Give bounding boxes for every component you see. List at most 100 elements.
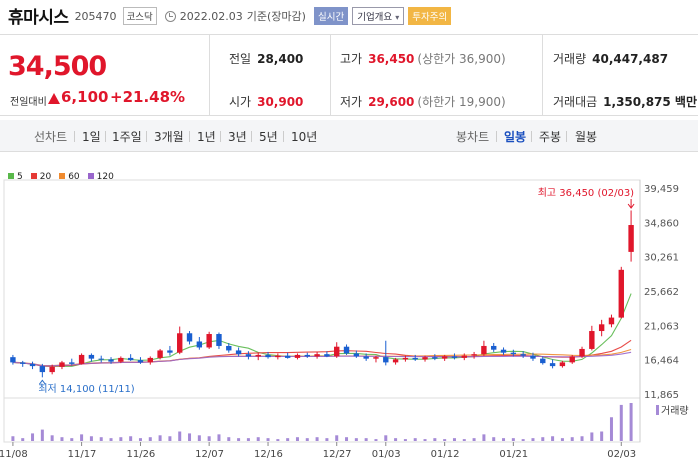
volume-bar [492, 437, 496, 441]
volume-bar [178, 431, 182, 441]
tab-line-chart[interactable]: 선차트 [34, 128, 67, 145]
x-tick-label: 01/21 [499, 449, 528, 460]
current-price-panel: 34,500 전일대비 6,100 +21.48% [0, 35, 210, 115]
candle-body [284, 355, 291, 358]
tab-1week[interactable]: 1주일 [112, 128, 142, 145]
volume-label: 거래량 [661, 405, 689, 417]
tab-5year[interactable]: 5년 [259, 128, 278, 145]
tab-weekly[interactable]: 주봉 [539, 128, 561, 145]
divider [330, 35, 331, 115]
company-overview-button[interactable]: 기업개요 ▾ [352, 7, 405, 25]
volume-bar [256, 437, 260, 441]
candle-body [579, 348, 585, 357]
candle-body [569, 356, 575, 363]
candle-body [265, 354, 271, 358]
volume-bar [462, 439, 466, 441]
stock-header: 휴마시스 205470 코스닥 2022.02.03 기준(장마감) 실시간 기… [0, 0, 698, 30]
realtime-button[interactable]: 실시간 [313, 7, 349, 25]
candle-body [127, 357, 134, 361]
volume-bar [168, 436, 172, 441]
volume-bar [629, 403, 633, 441]
tab-monthly[interactable]: 월봉 [575, 128, 597, 145]
candle-body [343, 346, 350, 354]
volume-bar [443, 439, 447, 441]
candle-body [530, 355, 536, 359]
high-value: 36,450 [368, 52, 415, 66]
volume-bar [325, 438, 329, 441]
x-tick-label: 01/03 [372, 449, 401, 460]
volume-bar [364, 438, 368, 441]
divider [189, 131, 190, 142]
tab-10year[interactable]: 10년 [291, 128, 317, 145]
candle-body [137, 360, 144, 363]
tab-3month[interactable]: 3개월 [154, 128, 184, 145]
y-tick-label: 16,464 [644, 356, 679, 367]
candle-body [500, 349, 507, 353]
volume-bar [315, 437, 319, 441]
x-tick-label: 12/07 [195, 449, 224, 460]
volume-bar [600, 431, 604, 441]
volume-bar [354, 438, 358, 441]
candle-body [294, 354, 301, 358]
chevron-down-icon: ▾ [395, 13, 400, 22]
candle-body [353, 353, 360, 357]
tab-1day[interactable]: 1일 [82, 128, 101, 145]
volume-bar [246, 438, 250, 441]
volume: 거래량 40,447,487 [553, 50, 668, 67]
tab-daily[interactable]: 일봉 [504, 128, 526, 145]
volume-bar [21, 438, 25, 441]
candle-body [88, 354, 95, 359]
low-label: 저가 [340, 95, 363, 109]
candle-body [98, 358, 104, 360]
candle-body [402, 357, 409, 360]
volume-bar [560, 438, 564, 441]
candle-body [334, 346, 340, 357]
volume-bar [482, 434, 486, 441]
divider [146, 131, 147, 142]
candlestick-svg[interactable]: 39,459 34,860 30,261 25,662 21,063 16,464 11,8… [0, 152, 698, 465]
candle-body [206, 334, 212, 348]
volume-bar [433, 438, 437, 441]
trade-value-amount: 1,350,875 백만 [603, 95, 697, 109]
volume-bar [295, 437, 299, 441]
candle-body [481, 345, 487, 355]
candle-body [226, 345, 232, 351]
candle-body [216, 334, 222, 346]
candle-body [628, 225, 634, 252]
price-chart: 5 20 60 120 39,459 34,860 30,261 25,662 21,0… [0, 152, 698, 465]
open-label: 시가 [229, 95, 252, 109]
volume-bar [217, 434, 221, 441]
volume-bar [551, 436, 555, 441]
candle-body [59, 362, 65, 367]
volume-frame [3, 397, 641, 443]
candle-body [559, 362, 566, 367]
candle-body [314, 354, 320, 357]
stock-name: 휴마시스 [8, 7, 69, 28]
change-label: 전일대비 [10, 97, 47, 108]
volume-bar [99, 437, 103, 441]
candle-body [589, 331, 595, 349]
volume-bar [129, 436, 133, 441]
tab-candle-chart[interactable]: 봉차트 [456, 128, 489, 145]
candle-body [78, 354, 85, 364]
volume-bar [237, 438, 241, 441]
investment-warning-badge[interactable]: 투자주의 [408, 7, 452, 25]
candle-body [186, 333, 193, 342]
tab-1year[interactable]: 1년 [197, 128, 216, 145]
candle-body [618, 269, 624, 318]
volume-bar [452, 438, 456, 441]
min-price-annotation: 최저 14,100 (11/11) [38, 383, 134, 395]
y-tick-label: 25,662 [644, 287, 679, 298]
candle-body [49, 366, 55, 373]
y-tick-label: 21,063 [644, 321, 679, 332]
candle-body [540, 358, 546, 364]
volume-bar [511, 438, 515, 441]
candle-body [118, 357, 124, 362]
candle-body [598, 324, 605, 332]
tab-3year[interactable]: 3년 [228, 128, 247, 145]
volume-bar [227, 437, 231, 441]
volume-bar [109, 438, 113, 441]
candle-body [422, 357, 428, 360]
candle-body [324, 354, 330, 357]
candle-body [441, 356, 448, 359]
